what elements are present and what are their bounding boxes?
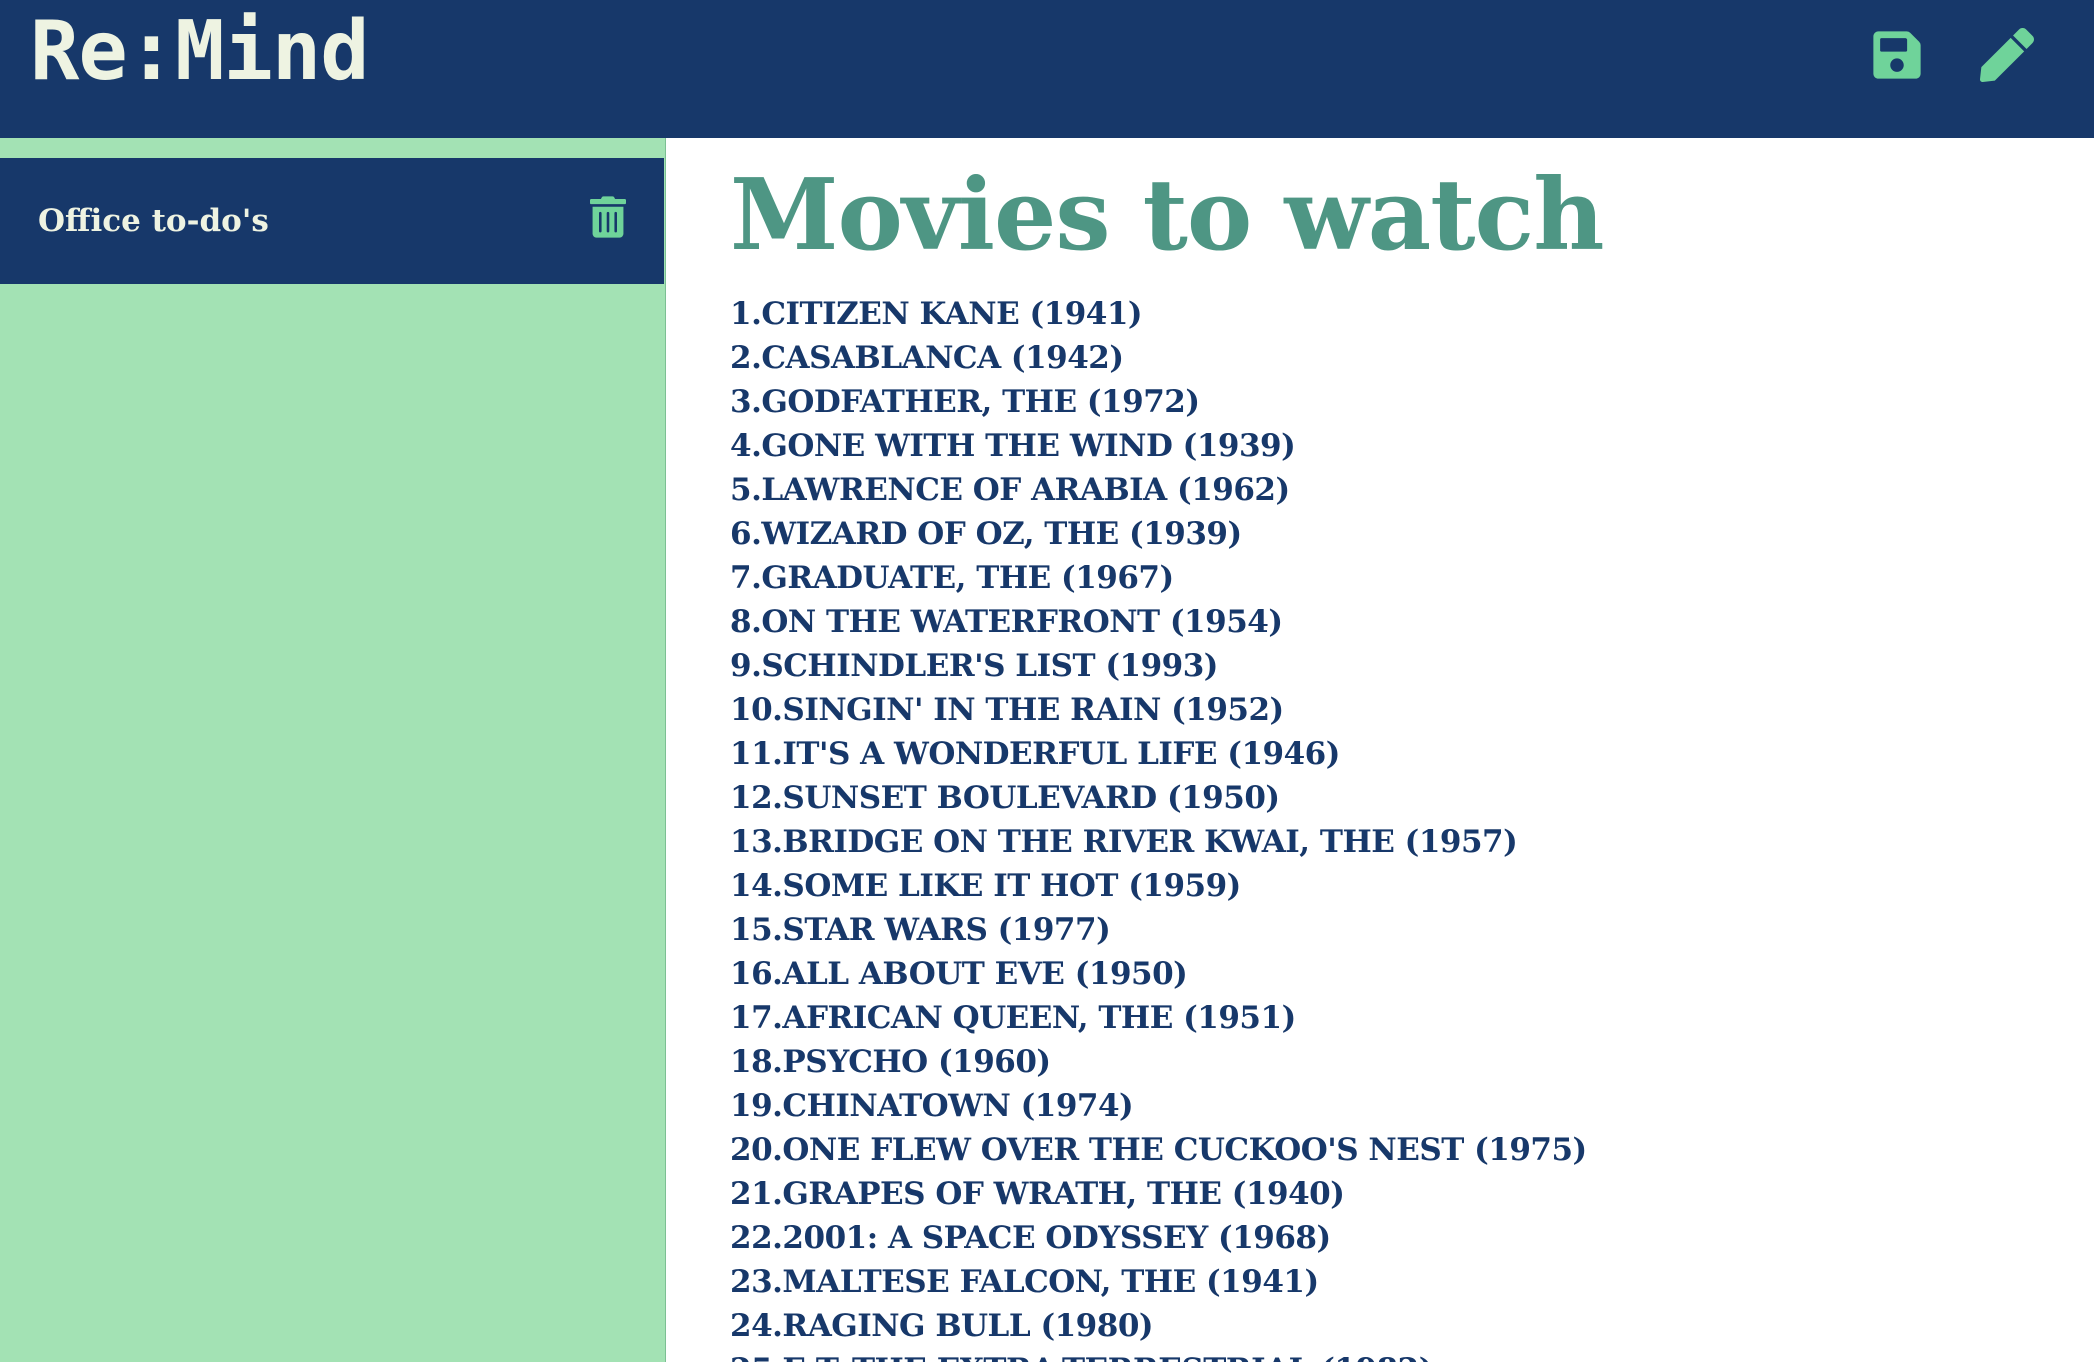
sidebar-item-label: Office to-do's: [38, 203, 269, 239]
delete-note-button[interactable]: [590, 196, 626, 238]
note-line: 14.SOME LIKE IT HOT (1959): [730, 868, 1241, 904]
floppy-disk-icon: [1873, 31, 1921, 79]
note-line: 3.GODFATHER, THE (1972): [730, 384, 1200, 420]
note-line: 6.WIZARD OF OZ, THE (1939): [730, 516, 1242, 552]
note-line: 8.ON THE WATERFRONT (1954): [730, 604, 1283, 640]
note-line: 12.SUNSET BOULEVARD (1950): [730, 780, 1280, 816]
note-line: 25.E.T.-THE EXTRA-TERRESTRIAL (1982): [730, 1348, 1587, 1362]
note-line: 2.CASABLANCA (1942): [730, 340, 1124, 376]
note-title[interactable]: Movies to watch: [730, 158, 1604, 274]
note-line: 18.PSYCHO (1960): [730, 1044, 1051, 1080]
note-line: 23.MALTESE FALCON, THE (1941): [730, 1264, 1319, 1300]
note-line: 19.CHINATOWN (1974): [730, 1088, 1134, 1124]
note-line: 9.SCHINDLER'S LIST (1993): [730, 648, 1218, 684]
note-line: 4.GONE WITH THE WIND (1939): [730, 428, 1296, 464]
note-line: 5.LAWRENCE OF ARABIA (1962): [730, 472, 1290, 508]
edit-button[interactable]: [1980, 28, 2034, 82]
note-line: 24.RAGING BULL (1980): [730, 1308, 1154, 1344]
note-line: 15.STAR WARS (1977): [730, 912, 1111, 948]
app-logo: Re:Mind: [30, 4, 370, 99]
note-body[interactable]: 1.CITIZEN KANE (1941) 2.CASABLANCA (1942…: [730, 292, 1587, 1362]
note-line: 13.BRIDGE ON THE RIVER KWAI, THE (1957): [730, 824, 1518, 860]
note-line: 22.2001: A SPACE ODYSSEY (1968): [730, 1220, 1331, 1256]
note-line: 21.GRAPES OF WRATH, THE (1940): [730, 1176, 1345, 1212]
save-button[interactable]: [1870, 28, 1924, 82]
note-line: 10.SINGIN' IN THE RAIN (1952): [730, 692, 1284, 728]
note-line: 7.GRADUATE, THE (1967): [730, 560, 1174, 596]
note-editor: Movies to watch 1.CITIZEN KANE (1941) 2.…: [666, 138, 2094, 1362]
sidebar-item-office-todos[interactable]: Office to-do's: [0, 158, 664, 284]
trash-icon: [590, 196, 626, 238]
note-line: 20.ONE FLEW OVER THE CUCKOO'S NEST (1975…: [730, 1132, 1587, 1168]
note-line: 1.CITIZEN KANE (1941): [730, 296, 1143, 332]
note-line: 11.IT'S A WONDERFUL LIFE (1946): [730, 736, 1340, 772]
note-line: 17.AFRICAN QUEEN, THE (1951): [730, 1000, 1296, 1036]
app-window: Re:Mind Office to-do's Movies to watch 1…: [0, 0, 2094, 1362]
pencil-icon: [1980, 28, 2034, 82]
notes-sidebar: Office to-do's: [0, 138, 666, 1362]
note-line: 16.ALL ABOUT EVE (1950): [730, 956, 1188, 992]
top-bar: Re:Mind: [0, 0, 2094, 138]
